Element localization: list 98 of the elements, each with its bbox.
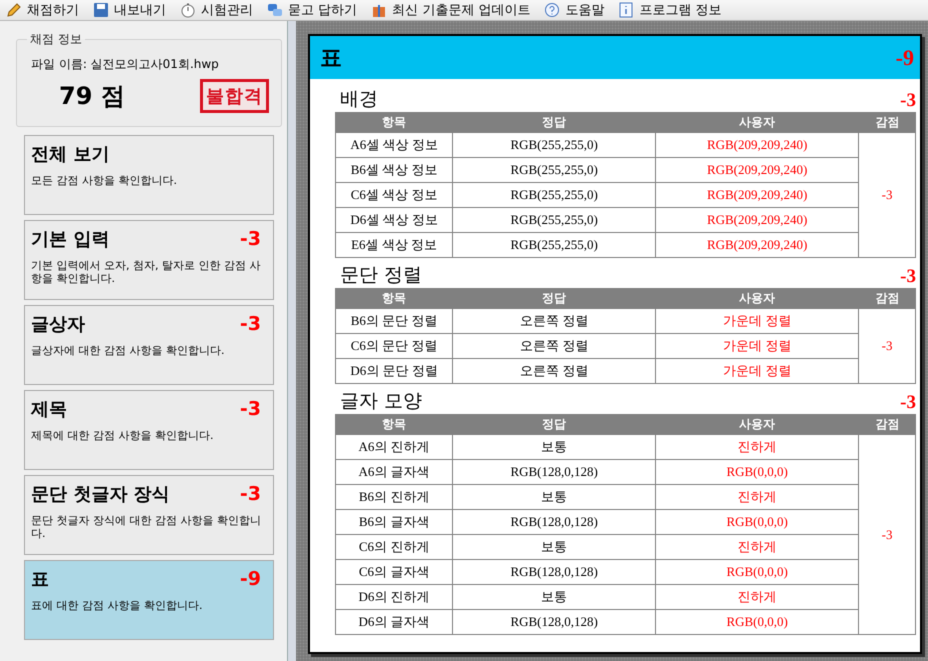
section-deduction: -3	[900, 392, 916, 414]
pencil-icon	[6, 2, 22, 18]
category-title: 전체 보기	[31, 143, 110, 166]
category-title: 글상자	[31, 313, 85, 336]
table-cell: -3	[858, 434, 916, 634]
table-cell: RGB(255,255,0)	[452, 182, 656, 208]
column-header: 항목	[336, 112, 453, 132]
table-cell: -3	[858, 308, 916, 384]
file-name: 파일 이름: 실전모의고사01회.hwp	[31, 56, 220, 73]
total-deduction: -9	[896, 44, 914, 70]
toolbar-button[interactable]: 시험관리	[180, 1, 253, 19]
deduction: -3	[240, 228, 261, 250]
toolbar-button[interactable]: 프로그램 정보	[618, 1, 722, 19]
column-header: 사용자	[656, 288, 859, 308]
column-header: 사용자	[656, 112, 859, 132]
column-header: 정답	[452, 288, 656, 308]
table-cell: B6의 진하게	[336, 484, 453, 510]
category-description: 모든 감점 사항을 확인합니다.	[31, 175, 178, 188]
category-title: 제목	[31, 398, 67, 421]
table-cell: 가운데 정렬	[656, 308, 859, 334]
deduction: -3	[240, 483, 261, 505]
column-header: 정답	[452, 112, 656, 132]
category-title: 문단 첫글자 장식	[31, 483, 170, 506]
section-deduction: -3	[900, 266, 916, 288]
table-cell: RGB(128,0,128)	[452, 460, 656, 484]
deduction: -9	[240, 568, 261, 590]
category-card[interactable]: 표 -9 표에 대한 감점 사항을 확인합니다.	[24, 560, 274, 640]
category-card[interactable]: 글상자 -3 글상자에 대한 감점 사항을 확인합니다.	[24, 305, 274, 385]
column-header: 항목	[336, 288, 453, 308]
table-cell: A6의 진하게	[336, 434, 453, 460]
table-cell: RGB(128,0,128)	[452, 560, 656, 584]
column-header: 정답	[452, 414, 656, 434]
deduction: -3	[240, 313, 261, 335]
table-cell: C6의 글자색	[336, 560, 453, 584]
deduction: -3	[240, 398, 261, 420]
chat-icon	[267, 2, 283, 18]
category-description: 문단 첫글자 장식에 대한 감점 사항을 확인합니다.	[31, 515, 262, 540]
category-description: 표에 대한 감점 사항을 확인합니다.	[31, 600, 204, 613]
result-stamp: 불합격	[200, 79, 269, 113]
section-title: 배경	[339, 87, 378, 112]
toolbar-button[interactable]: 도움말	[544, 1, 604, 19]
column-header: 사용자	[656, 414, 859, 434]
section-deduction: -3	[900, 90, 916, 112]
group-title: 채점 정보	[29, 31, 83, 48]
category-description: 기본 입력에서 오자, 첨자, 탈자로 인한 감점 사항을 확인합니다.	[31, 260, 262, 286]
section-title: 글자 모양	[339, 389, 422, 414]
table-cell: 오른쪽 정렬	[452, 308, 656, 334]
info-icon	[618, 2, 634, 18]
table-cell: A6의 글자색	[336, 460, 453, 484]
category-description: 글상자에 대한 감점 사항을 확인합니다.	[31, 345, 226, 358]
toolbar-button[interactable]: 내보내기	[93, 1, 166, 19]
table-cell: D6셀 색상 정보	[336, 208, 453, 232]
table-cell: RGB(255,255,0)	[452, 132, 656, 158]
help-icon	[544, 2, 560, 18]
category-title: 표	[31, 568, 49, 591]
category-title: 기본 입력	[31, 228, 110, 251]
category-card[interactable]: 제목 -3 제목에 대한 감점 사항을 확인합니다.	[24, 390, 274, 470]
table-cell: C6의 문단 정렬	[336, 334, 453, 358]
table-cell: A6셀 색상 정보	[336, 132, 453, 158]
gift-box-icon	[371, 2, 388, 18]
category-card[interactable]: 전체 보기 모든 감점 사항을 확인합니다.	[24, 135, 274, 215]
table-cell: 보통	[452, 434, 656, 460]
column-header: 감점	[858, 414, 916, 434]
table-cell: RGB(255,255,0)	[452, 208, 656, 232]
table-cell: RGB(255,255,0)	[452, 232, 656, 258]
table-cell: 보통	[452, 484, 656, 510]
table-cell: D6의 문단 정렬	[336, 358, 453, 384]
table-cell: B6의 문단 정렬	[336, 308, 453, 334]
table-cell: B6셀 색상 정보	[336, 158, 453, 182]
stopwatch-icon	[180, 2, 196, 18]
table-cell: C6셀 색상 정보	[336, 182, 453, 208]
table-cell: RGB(128,0,128)	[452, 610, 656, 634]
category-card[interactable]: 기본 입력 -3 기본 입력에서 오자, 첨자, 탈자로 인한 감점 사항을 확인합니다.	[24, 220, 274, 300]
table-cell: 오른쪽 정렬	[452, 334, 656, 358]
toolbar-button[interactable]: 채점하기	[6, 1, 79, 19]
column-header: 감점	[858, 112, 916, 132]
report-title: 표	[320, 44, 342, 72]
toolbar-button[interactable]: 최신 기출문제 업데이트	[371, 1, 530, 19]
table-cell: 보통	[452, 534, 656, 560]
score: 79 점	[59, 81, 125, 112]
table-cell: 오른쪽 정렬	[452, 358, 656, 384]
table-cell: 진하게	[656, 434, 859, 460]
table-cell: E6셀 색상 정보	[336, 232, 453, 258]
table-cell: RGB(128,0,128)	[452, 510, 656, 534]
table-cell: C6의 진하게	[336, 534, 453, 560]
table-cell: D6의 글자색	[336, 610, 453, 634]
table-cell: RGB(209,209,240)	[656, 132, 859, 158]
table-cell: D6의 진하게	[336, 584, 453, 610]
column-header: 감점	[858, 288, 916, 308]
toolbar-button[interactable]: 묻고 답하기	[267, 1, 358, 19]
category-description: 제목에 대한 감점 사항을 확인합니다.	[31, 430, 214, 443]
table-cell: 보통	[452, 584, 656, 610]
table-cell: RGB(255,255,0)	[452, 158, 656, 182]
table-cell: B6의 글자색	[336, 510, 453, 534]
category-card[interactable]: 문단 첫글자 장식 -3 문단 첫글자 장식에 대한 감점 사항을 확인합니다.	[24, 475, 274, 555]
section-title: 문단 정렬	[339, 263, 422, 288]
table-cell: -3	[858, 132, 916, 258]
column-header: 항목	[336, 414, 453, 434]
